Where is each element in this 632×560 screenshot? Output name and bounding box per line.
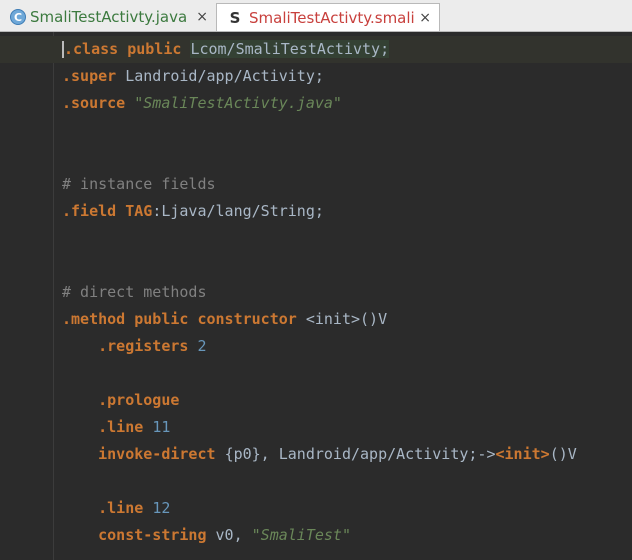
code-line-11[interactable]: .method public constructor <init>()V [62,306,632,333]
code-line-blank[interactable] [62,117,632,144]
code-area[interactable]: .class public Lcom/SmaliTestActivty; .su… [0,36,632,549]
java-class-icon: C [10,9,26,25]
code-line-2[interactable]: .super Landroid/app/Activity; [62,63,632,90]
code-line-14[interactable]: .prologue [62,387,632,414]
code-line-blank[interactable] [62,360,632,387]
code-line-10[interactable]: # direct methods [62,279,632,306]
code-line-19[interactable]: const-string v0, "SmaliTest" [62,522,632,549]
tab-label: SmaliTestActivty.smali [249,8,415,27]
tab-smalitestactivty-java[interactable]: C SmaliTestActivty.java × [4,3,216,31]
code-editor[interactable]: .class public Lcom/SmaliTestActivty; .su… [0,32,632,560]
smali-file-icon: S [229,8,241,27]
code-line-1[interactable]: .class public Lcom/SmaliTestActivty; [0,36,632,63]
code-line-3[interactable]: .source "SmaliTestActivty.java" [62,90,632,117]
code-line-blank[interactable] [62,468,632,495]
editor-gutter[interactable] [0,32,54,560]
code-line-18[interactable]: .line 12 [62,495,632,522]
close-icon[interactable]: × [419,10,431,26]
code-line-15[interactable]: .line 11 [62,414,632,441]
close-icon[interactable]: × [196,9,208,25]
code-line-16[interactable]: invoke-direct {p0}, Landroid/app/Activit… [62,441,632,468]
tab-label: SmaliTestActivty.java [30,8,188,26]
code-line-blank[interactable] [62,144,632,171]
code-line-7[interactable]: .field TAG:Ljava/lang/String; [62,198,632,225]
code-line-6[interactable]: # instance fields [62,171,632,198]
code-line-blank[interactable] [62,252,632,279]
editor-tab-bar: C SmaliTestActivty.java × S SmaliTestAct… [0,0,632,32]
code-line-12[interactable]: .registers 2 [62,333,632,360]
tab-smalitestactivty-smali[interactable]: S SmaliTestActivty.smali × [216,3,440,31]
code-line-blank[interactable] [62,225,632,252]
